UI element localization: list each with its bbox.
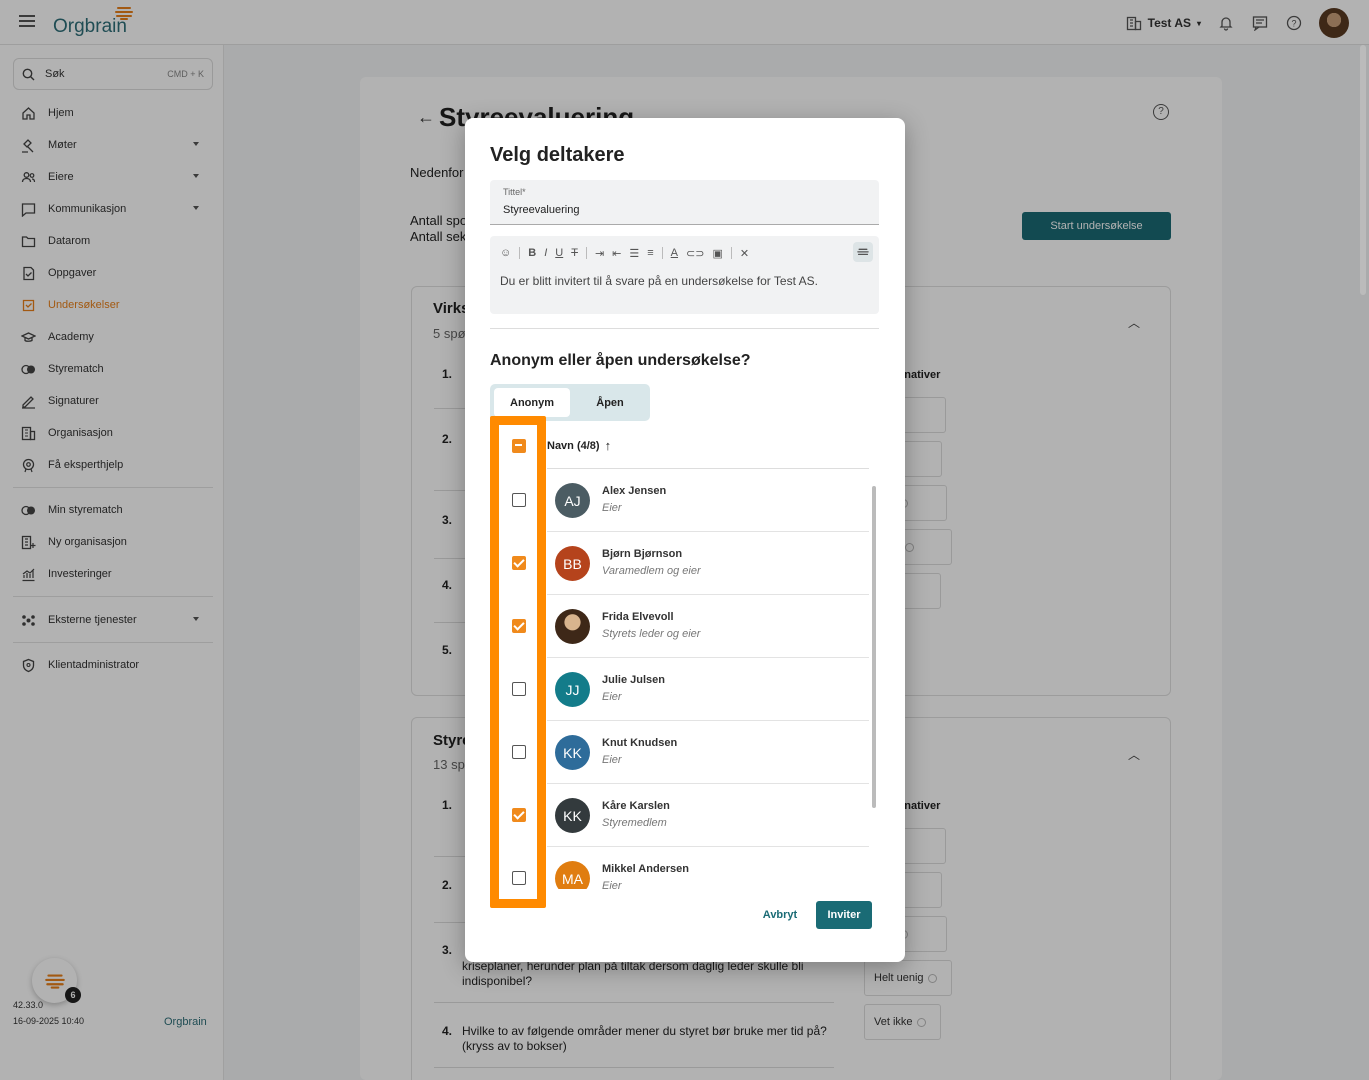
anonymity-question: Anonym eller åpen undersøkelse? <box>490 352 751 369</box>
participant-row[interactable]: KK Kåre Karslen Styremedlem <box>490 784 875 847</box>
link-icon[interactable]: ⊂⊃ <box>686 247 704 260</box>
participant-row[interactable]: BB Bjørn Bjørnson Varamedlem og eier <box>490 532 875 595</box>
underline-icon[interactable]: U <box>555 247 563 259</box>
avatar: AJ <box>555 483 590 518</box>
invite-button[interactable]: Inviter <box>816 901 872 929</box>
ai-assist-icon[interactable] <box>853 242 873 262</box>
participant-name: Kåre Karslen <box>602 800 670 812</box>
avatar: JJ <box>555 672 590 707</box>
bullet-list-icon[interactable]: ☰ <box>629 247 639 260</box>
participant-row[interactable]: Frida Elvevoll Styrets leder og eier <box>490 595 875 658</box>
participant-role: Eier <box>602 502 622 514</box>
list-scrollbar[interactable] <box>872 486 876 808</box>
participant-role: Eier <box>602 691 622 703</box>
participant-name: Knut Knudsen <box>602 737 678 749</box>
strikethrough-icon[interactable]: T <box>571 247 578 259</box>
emoji-icon[interactable]: ☺ <box>500 247 511 259</box>
indent-icon[interactable]: ⇥ <box>595 247 604 260</box>
checkbox-column-highlight <box>490 416 546 908</box>
participant-name: Julie Julsen <box>602 674 665 686</box>
editor-toolbar: ☺ B I U T ⇥ ⇤ ☰ ≡ A ⊂⊃ ▣ ✕ <box>500 244 749 262</box>
message-text: Du er blitt invitert til å svare på en u… <box>500 274 818 288</box>
page-scrollbar[interactable] <box>1360 45 1366 295</box>
participant-list: AJ Alex Jensen Eier BB Bjørn Bjørnson Va… <box>490 469 875 889</box>
avatar: KK <box>555 798 590 833</box>
title-field-label: Tittel* <box>503 187 526 197</box>
participant-role: Styremedlem <box>602 817 667 829</box>
avatar <box>555 609 590 644</box>
numbered-list-icon[interactable]: ≡ <box>647 247 653 259</box>
avatar: KK <box>555 735 590 770</box>
participant-role: Eier <box>602 880 622 889</box>
title-field-value: Styreevaluering <box>503 204 580 216</box>
toggle-apen[interactable]: Åpen <box>572 388 648 417</box>
name-column-header[interactable]: Navn (4/8) ↑ <box>547 438 611 453</box>
participant-name: Mikkel Andersen <box>602 863 690 875</box>
dialog-title: Velg deltakere <box>490 144 625 166</box>
text-color-icon[interactable]: A <box>671 247 678 259</box>
avatar: MA <box>555 861 590 889</box>
participant-name: Alex Jensen <box>602 485 667 497</box>
sort-ascending-icon: ↑ <box>604 438 612 453</box>
participant-row[interactable]: JJ Julie Julsen Eier <box>490 658 875 721</box>
participant-role: Eier <box>602 754 622 766</box>
divider <box>490 328 879 329</box>
participant-role: Styrets leder og eier <box>602 628 701 640</box>
clear-format-icon[interactable]: ✕ <box>740 247 749 260</box>
message-editor[interactable]: ☺ B I U T ⇥ ⇤ ☰ ≡ A ⊂⊃ ▣ ✕ Du er blitt i… <box>490 236 879 314</box>
participant-row[interactable]: KK Knut Knudsen Eier <box>490 721 875 784</box>
participant-row[interactable]: MA Mikkel Andersen Eier <box>490 847 875 889</box>
avatar: BB <box>555 546 590 581</box>
italic-icon[interactable]: I <box>544 247 547 259</box>
outdent-icon[interactable]: ⇤ <box>612 247 621 260</box>
participant-row[interactable]: AJ Alex Jensen Eier <box>490 469 875 532</box>
bold-icon[interactable]: B <box>528 247 536 259</box>
participant-name: Bjørn Bjørnson <box>602 548 683 560</box>
image-icon[interactable]: ▣ <box>712 247 722 260</box>
participant-name: Frida Elvevoll <box>602 611 674 623</box>
participant-role: Varamedlem og eier <box>602 565 701 577</box>
title-field[interactable]: Tittel* Styreevaluering <box>490 180 879 225</box>
toggle-anonym[interactable]: Anonym <box>494 388 570 417</box>
cancel-button[interactable]: Avbryt <box>755 903 805 927</box>
